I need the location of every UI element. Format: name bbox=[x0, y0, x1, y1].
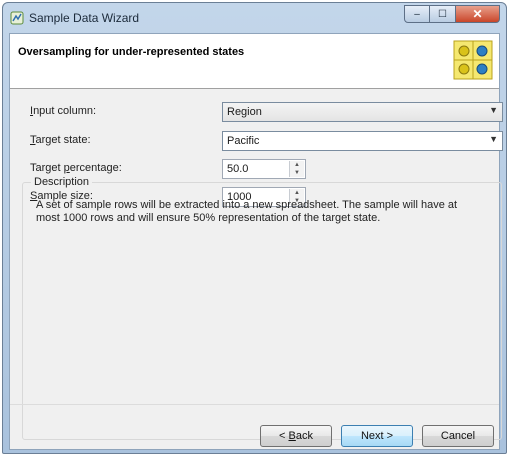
description-text: A set of sample rows will be extracted i… bbox=[36, 199, 458, 224]
wizard-window: Sample Data Wizard – ☐ ✕ Oversampling fo… bbox=[2, 2, 507, 454]
target-state-select[interactable]: Pacific ▼ bbox=[222, 131, 503, 151]
maximize-button[interactable]: ☐ bbox=[430, 5, 456, 23]
wizard-graphic-icon bbox=[453, 40, 493, 80]
target-percentage-label: Target percentage: bbox=[30, 162, 122, 174]
input-column-row: Input column: Region ▼ bbox=[10, 102, 503, 122]
wizard-client-area: Oversampling for under-represented state… bbox=[9, 33, 503, 450]
minimize-icon: – bbox=[414, 8, 420, 20]
cancel-button[interactable]: Cancel bbox=[422, 425, 494, 447]
close-button[interactable]: ✕ bbox=[456, 5, 500, 23]
description-title: Description bbox=[31, 176, 93, 188]
input-column-select[interactable]: Region ▼ bbox=[222, 102, 503, 122]
maximize-icon: ☐ bbox=[438, 8, 447, 20]
target-state-row: Target state: Pacific ▼ bbox=[10, 131, 503, 151]
spin-down-icon[interactable]: ▼ bbox=[290, 169, 304, 177]
spin-up-icon[interactable]: ▲ bbox=[290, 161, 304, 169]
chevron-down-icon: ▼ bbox=[489, 134, 498, 144]
title-bar[interactable]: Sample Data Wizard – ☐ ✕ bbox=[3, 3, 506, 33]
caption-buttons: – ☐ ✕ bbox=[404, 5, 500, 23]
description-group: Description A set of sample rows will be… bbox=[22, 176, 502, 440]
page-title: Oversampling for under-represented state… bbox=[18, 46, 245, 58]
close-icon: ✕ bbox=[472, 7, 483, 21]
input-column-value: Region bbox=[227, 106, 262, 118]
target-state-value: Pacific bbox=[227, 135, 260, 147]
window-title: Sample Data Wizard bbox=[29, 11, 140, 25]
target-state-label: Target state: bbox=[30, 134, 91, 146]
app-icon bbox=[10, 11, 24, 25]
minimize-button[interactable]: – bbox=[404, 5, 430, 23]
next-button[interactable]: Next > bbox=[341, 425, 413, 447]
wizard-header: Oversampling for under-represented state… bbox=[10, 34, 499, 89]
chevron-down-icon: ▼ bbox=[489, 105, 498, 115]
target-percentage-value[interactable]: 50.0 bbox=[227, 163, 248, 175]
footer-divider bbox=[10, 404, 499, 405]
back-button[interactable]: < Back bbox=[260, 425, 332, 447]
input-column-label: Input column: bbox=[30, 105, 97, 117]
spin-buttons: ▲ ▼ bbox=[289, 161, 304, 177]
target-percentage-stepper[interactable]: 50.0 ▲ ▼ bbox=[222, 159, 306, 179]
